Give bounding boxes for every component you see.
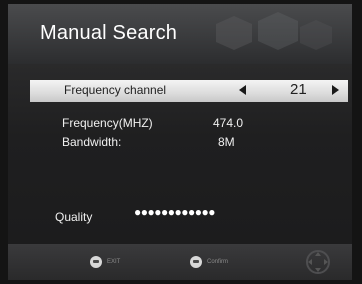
arrow-right-icon[interactable]	[330, 84, 340, 96]
frequency-channel-value: 21	[290, 81, 307, 98]
manual-search-screen: Manual Search Frequency channel 21 Frequ…	[8, 4, 352, 280]
frequency-value: 474.0	[213, 116, 244, 130]
bandwidth-label: Bandwidth:	[62, 135, 122, 149]
frequency-channel-label: Frequency channel	[64, 83, 167, 97]
quality-label: Quality	[55, 210, 93, 224]
dpad-icon	[306, 250, 330, 274]
frequency-label: Frequency(MHZ)	[62, 116, 153, 130]
confirm-label: Confirm	[207, 259, 229, 265]
header-bar: Manual Search	[8, 4, 352, 64]
exit-label: EXIT	[107, 259, 121, 265]
arrow-left-icon[interactable]	[238, 84, 248, 96]
frequency-channel-row[interactable]: Frequency channel 21	[30, 80, 348, 102]
exit-button-icon[interactable]	[90, 256, 102, 268]
page-title: Manual Search	[40, 22, 178, 44]
hexagon-decoration-icon	[216, 12, 332, 50]
footer-bar: EXIT Confirm	[8, 244, 352, 280]
quality-indicator: ●●●●●●●●●●●●	[134, 205, 215, 219]
bandwidth-value: 8M	[218, 135, 235, 149]
confirm-button-icon[interactable]	[190, 256, 202, 268]
